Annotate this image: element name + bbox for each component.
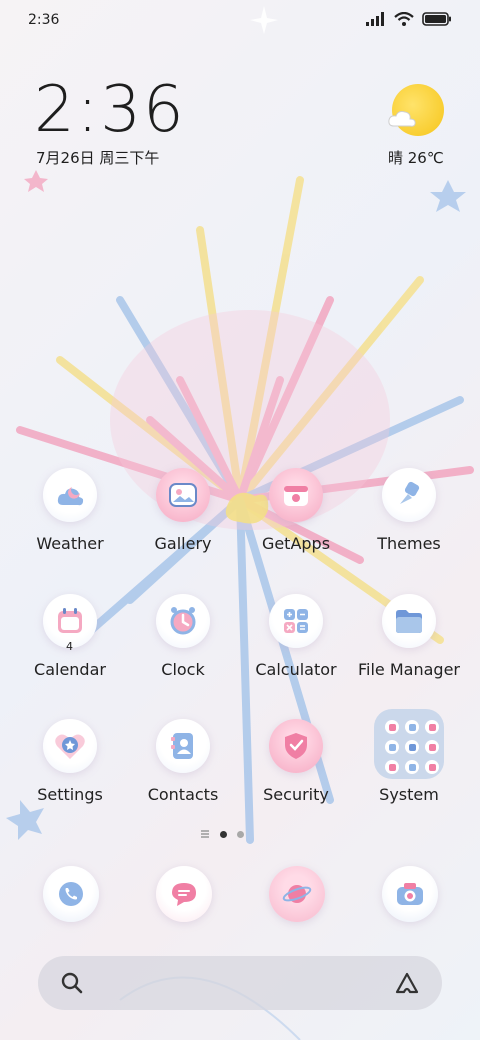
app-security[interactable]: Security xyxy=(240,719,352,829)
assistant-icon[interactable] xyxy=(394,971,420,995)
browser-icon xyxy=(282,885,312,903)
app-gallery[interactable]: Gallery xyxy=(127,468,239,578)
messages-icon xyxy=(172,883,196,906)
folder-icon xyxy=(374,709,444,779)
app-calculator[interactable]: Calculator xyxy=(240,594,352,704)
mini-app-icon xyxy=(405,740,419,754)
clock-widget-time[interactable]: 2:36 xyxy=(34,78,186,142)
wifi-icon xyxy=(394,12,414,26)
app-label: Gallery xyxy=(154,534,212,553)
app-label: Themes xyxy=(377,534,441,553)
search-icon[interactable] xyxy=(60,971,84,995)
page-indicator[interactable] xyxy=(200,829,244,839)
dock-messages[interactable] xyxy=(156,866,212,922)
mini-app-icon xyxy=(385,740,399,754)
mini-app-icon xyxy=(425,720,439,734)
app-label: Calendar xyxy=(34,660,106,679)
app-label: GetApps xyxy=(261,534,331,553)
themes-icon xyxy=(382,468,436,522)
file-manager-icon xyxy=(382,594,436,648)
app-clock[interactable]: Clock xyxy=(127,594,239,704)
status-time: 2:36 xyxy=(28,12,60,28)
app-label: Settings xyxy=(37,785,103,804)
app-label: Security xyxy=(263,785,329,804)
dock-browser[interactable] xyxy=(269,866,325,922)
app-label: Clock xyxy=(161,660,205,679)
app-file-manager[interactable]: File Manager xyxy=(353,594,465,704)
app-label: File Manager xyxy=(358,660,460,679)
app-contacts[interactable]: Contacts xyxy=(127,719,239,829)
search-bar[interactable] xyxy=(38,956,442,1010)
page-dot[interactable] xyxy=(237,830,244,838)
mini-app-icon xyxy=(385,760,399,774)
status-bar: 2:36 xyxy=(0,0,480,40)
phone-icon xyxy=(59,882,83,906)
clock-icon xyxy=(156,594,210,648)
weather-icon xyxy=(43,468,97,522)
app-label: System xyxy=(379,785,439,804)
battery-icon xyxy=(422,12,451,26)
list-page-icon[interactable] xyxy=(200,829,210,839)
dock-camera[interactable] xyxy=(382,866,438,922)
signal-icon xyxy=(366,12,384,26)
dock-phone[interactable] xyxy=(43,866,99,922)
mini-app-icon xyxy=(405,760,419,774)
app-folder-system[interactable]: System xyxy=(353,709,465,829)
app-label: Weather xyxy=(36,534,104,553)
app-settings[interactable]: Settings xyxy=(14,719,126,829)
app-label: Contacts xyxy=(147,785,219,804)
security-icon xyxy=(269,719,323,773)
gallery-icon xyxy=(156,468,210,522)
weather-widget-text[interactable]: 晴 26℃ xyxy=(388,147,444,168)
mini-app-icon xyxy=(425,740,439,754)
app-themes[interactable]: Themes xyxy=(353,468,465,578)
calendar-date-badge: 4 xyxy=(66,640,73,653)
calculator-icon xyxy=(269,594,323,648)
cloud-icon xyxy=(388,111,416,127)
settings-icon xyxy=(43,719,97,773)
page-dot-active[interactable] xyxy=(220,830,227,838)
contacts-icon xyxy=(156,719,210,773)
getapps-icon xyxy=(269,468,323,522)
mini-app-icon xyxy=(405,720,419,734)
mini-app-icon xyxy=(385,720,399,734)
mini-app-icon xyxy=(425,760,439,774)
camera-icon xyxy=(397,883,423,905)
app-weather[interactable]: Weather xyxy=(14,468,126,578)
app-getapps[interactable]: GetApps xyxy=(240,468,352,578)
app-label: Calculator xyxy=(255,660,337,679)
clock-widget-date[interactable]: 7月26日 周三下午 xyxy=(36,147,159,168)
